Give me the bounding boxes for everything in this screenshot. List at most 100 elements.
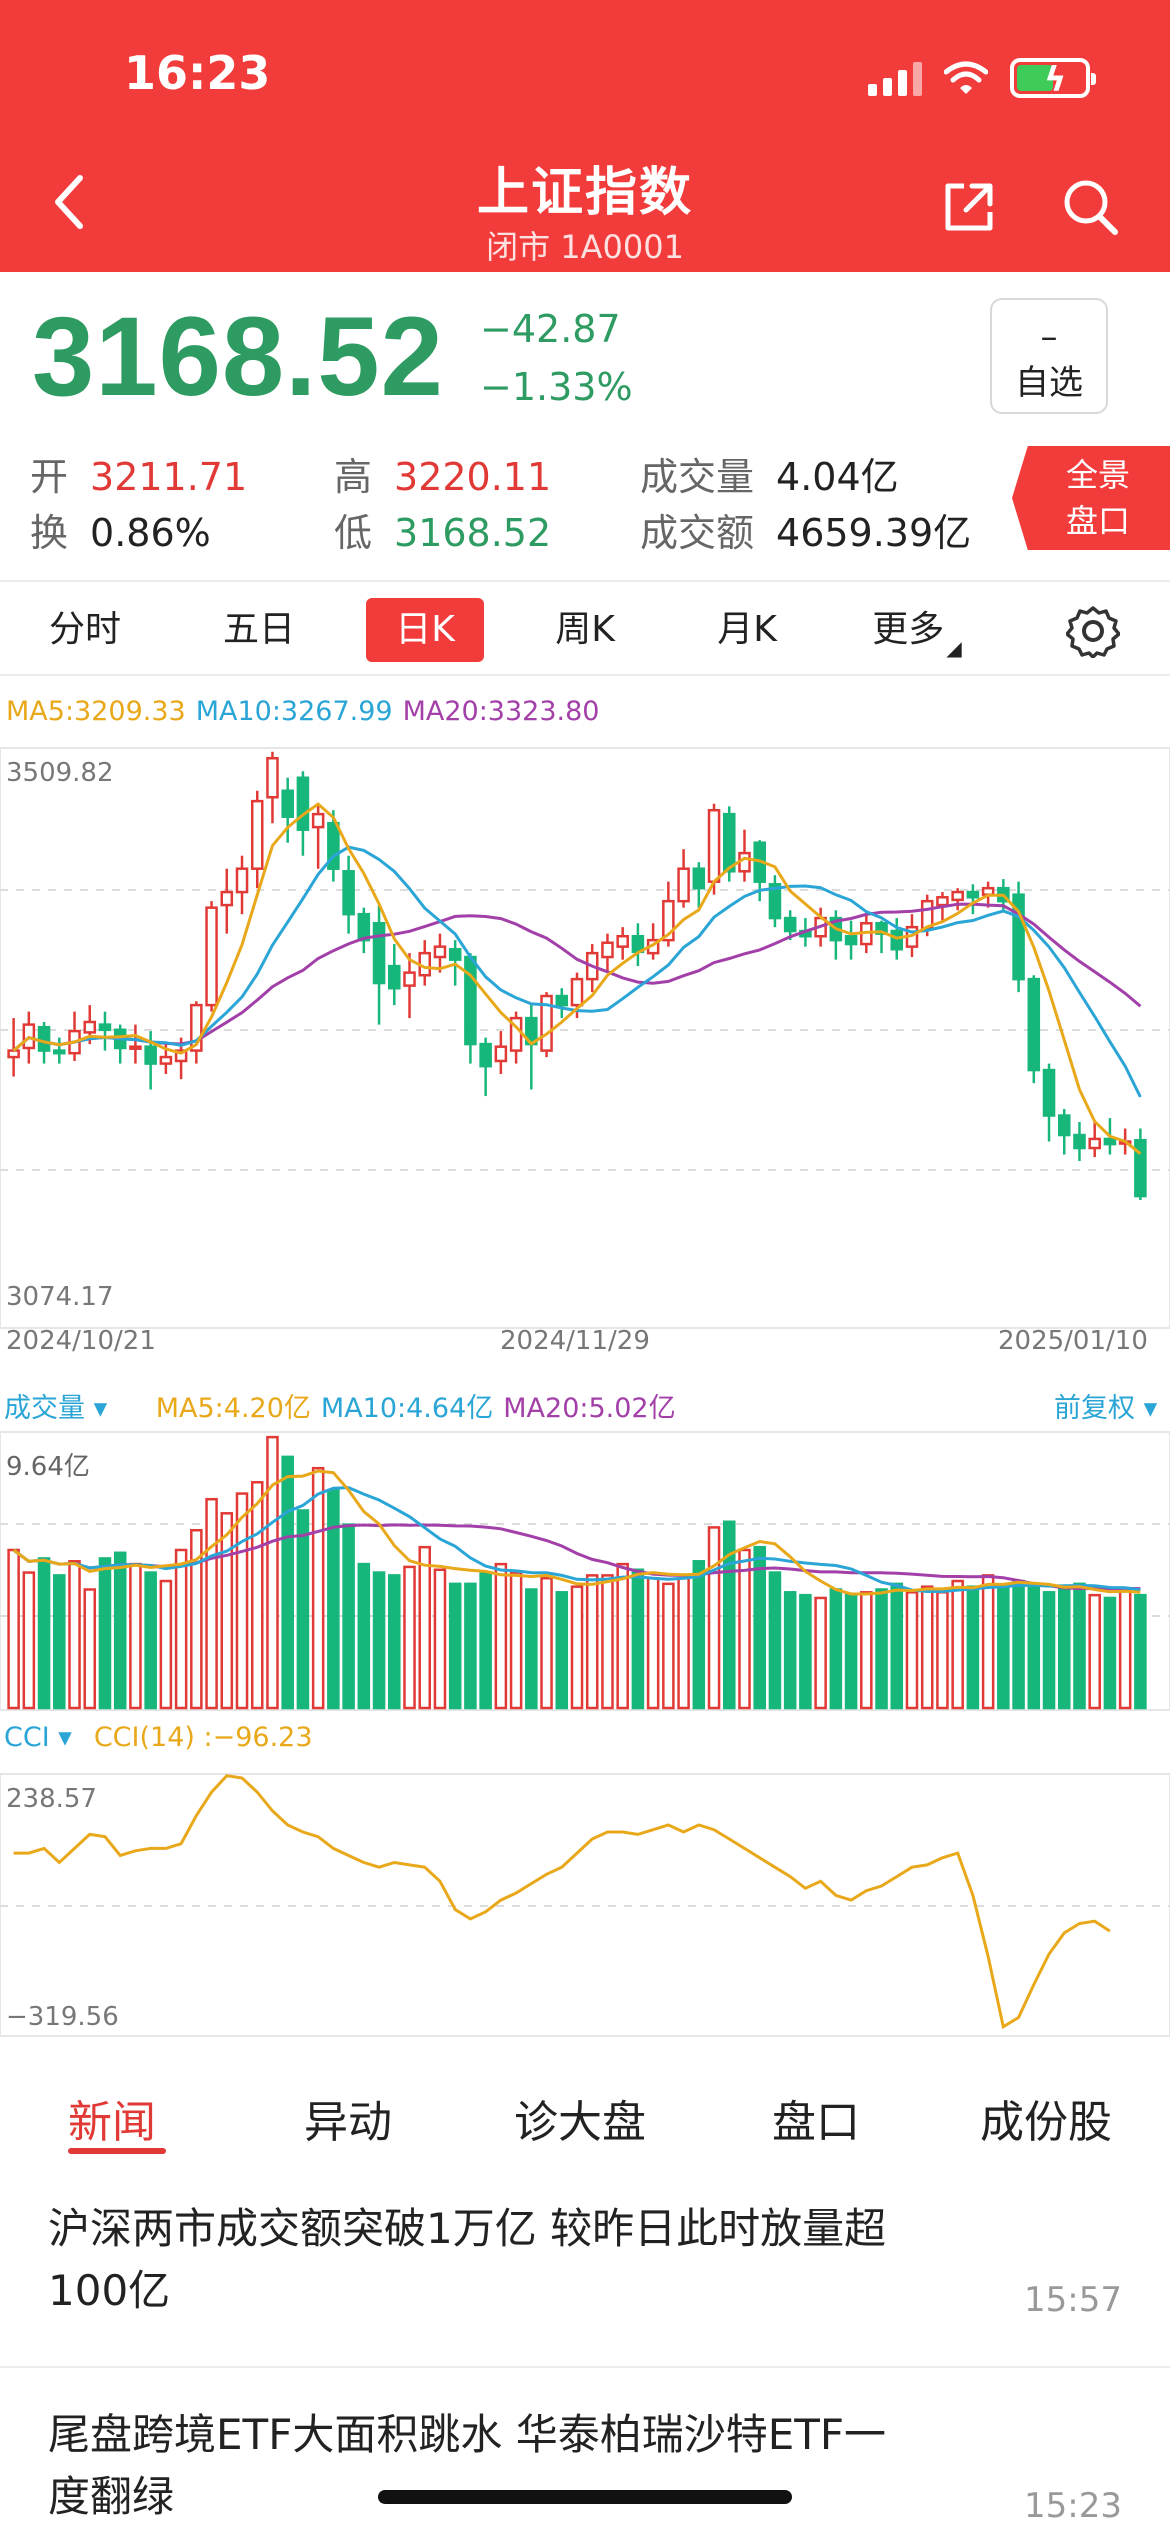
cci-indicator-select[interactable]: CCI ▾ [4, 1722, 72, 1753]
volume-bar [616, 1562, 629, 1710]
candle-body [159, 1055, 173, 1065]
stat-open: 开 3211.71 [30, 446, 247, 501]
volume-bar [540, 1576, 553, 1710]
candle-body [555, 994, 569, 1007]
volume-bar [403, 1565, 416, 1710]
volume-bar [220, 1512, 234, 1710]
candle-body [372, 922, 386, 985]
volume-bar [494, 1562, 508, 1710]
volume-bar [1134, 1593, 1147, 1710]
volume-bar [311, 1466, 325, 1710]
candle-body [205, 906, 218, 1007]
volume-bar [692, 1560, 706, 1710]
tab-constituents[interactable]: 成份股 [980, 2086, 1112, 2150]
candle-body [403, 971, 416, 987]
search-button[interactable] [1060, 176, 1120, 238]
volume-bar [677, 1576, 690, 1710]
active-tab-indicator [68, 2148, 166, 2154]
volume-bar [433, 1568, 447, 1710]
stat-low: 低 3168.52 [334, 502, 551, 557]
divider [0, 580, 1170, 582]
volume-bar [37, 1557, 51, 1710]
status-time: 16:23 [124, 46, 271, 100]
candle-body [296, 776, 310, 831]
volume-bar [144, 1571, 157, 1710]
volume-bar [570, 1585, 584, 1710]
news-title: 尾盘跨境ETF大面积跳水 华泰柏瑞沙特ETF一度翻绿 [48, 2410, 887, 2521]
tab-diagnosis[interactable]: 诊大盘 [514, 2086, 646, 2150]
share-button[interactable] [940, 178, 998, 236]
candle-body [951, 890, 964, 902]
tab-weekly-k[interactable]: 周K [530, 598, 640, 662]
stat-value: 3168.52 [394, 511, 552, 555]
wifi-icon [944, 61, 988, 94]
volume-bar [768, 1571, 782, 1710]
adjust-type-select[interactable]: 前复权 ▾ [1054, 1386, 1157, 1425]
cci-axis-min: −319.56 [6, 2002, 119, 2032]
volume-bar [875, 1588, 888, 1710]
volume-bar [753, 1545, 766, 1710]
volume-bar [1073, 1582, 1086, 1710]
volume-bar [281, 1455, 294, 1710]
candle-body [433, 945, 447, 959]
volume-bar [327, 1489, 340, 1710]
candle-body [220, 890, 234, 907]
volume-indicator-select[interactable]: 成交量 ▾ [4, 1393, 107, 1424]
candle-body [7, 1049, 20, 1059]
volume-bar [601, 1574, 614, 1710]
candle-body [98, 1023, 112, 1032]
dropdown-corner-icon: ◢ [946, 636, 962, 660]
news-time: 15:23 [1024, 2486, 1122, 2526]
period-tabs: 分时 五日 日K 周K 月K 更多 ◢ [0, 592, 1170, 672]
candle-body [494, 1045, 508, 1063]
tab-daily-k[interactable]: 日K [366, 598, 484, 662]
candle-body [1088, 1137, 1101, 1150]
tab-more-label: 更多 [872, 609, 945, 650]
tab-more[interactable]: 更多 ◢ [862, 598, 972, 662]
current-price: 3168.52 [32, 294, 444, 419]
candle-body [936, 896, 949, 907]
volume-bar [418, 1545, 432, 1710]
stat-turnover: 换 0.86% [30, 502, 211, 557]
full-panel-line1: 全景 [1065, 456, 1130, 494]
news-item[interactable]: 尾盘跨境ETF大面积跳水 华泰柏瑞沙特ETF一度翻绿 15:23 [48, 2404, 1128, 2528]
full-panel-line2: 盘口 [1065, 502, 1130, 540]
home-indicator [378, 2490, 792, 2504]
tab-order-book[interactable]: 盘口 [772, 2086, 860, 2150]
volume-axis-max: 9.64亿 [6, 1452, 90, 1482]
stat-value: 4659.39亿 [776, 511, 972, 555]
volume-bar [585, 1574, 599, 1710]
candle-body [129, 1045, 142, 1050]
volume-bar [525, 1588, 538, 1710]
tab-five-day[interactable]: 五日 [204, 598, 314, 662]
volume-bar [890, 1582, 904, 1710]
watchlist-button[interactable]: – 自选 [990, 298, 1108, 414]
candle-body [783, 916, 797, 933]
vol-ma5-label: MA5:4.20亿 [155, 1393, 311, 1424]
price-axis-high: 3509.82 [6, 758, 114, 788]
volume-bar [7, 1548, 20, 1710]
tab-intraday[interactable]: 分时 [30, 598, 140, 662]
volume-bar [905, 1591, 919, 1710]
settings-gear-icon[interactable] [1066, 604, 1120, 658]
tab-monthly-k[interactable]: 月K [692, 598, 802, 662]
volume-bar [1027, 1585, 1041, 1710]
stat-label: 成交量 [640, 455, 755, 499]
ma5-label: MA5:3209.33 [6, 696, 186, 727]
volume-bar [98, 1557, 112, 1710]
stat-value: 3220.11 [394, 455, 552, 499]
candle-body [707, 808, 721, 883]
vol-ma10-label: MA10:4.64亿 [320, 1393, 494, 1424]
tab-movements[interactable]: 异动 [304, 2086, 392, 2150]
candle-body [677, 867, 690, 903]
candle-body [388, 964, 401, 990]
price-axis-low: 3074.17 [6, 1282, 114, 1312]
full-panel-button[interactable]: 全景 盘口 [1012, 446, 1170, 550]
stat-value: 4.04亿 [776, 455, 899, 499]
tab-news[interactable]: 新闻 [68, 2086, 156, 2150]
volume-bar [966, 1585, 980, 1710]
news-item[interactable]: 沪深两市成交额突破1万亿 较昨日此时放量超100亿 15:57 [48, 2198, 1128, 2322]
date-axis-end: 2025/01/10 [998, 1326, 1148, 1356]
date-axis-mid: 2024/11/29 [500, 1326, 650, 1356]
news-time: 15:57 [1024, 2280, 1122, 2320]
